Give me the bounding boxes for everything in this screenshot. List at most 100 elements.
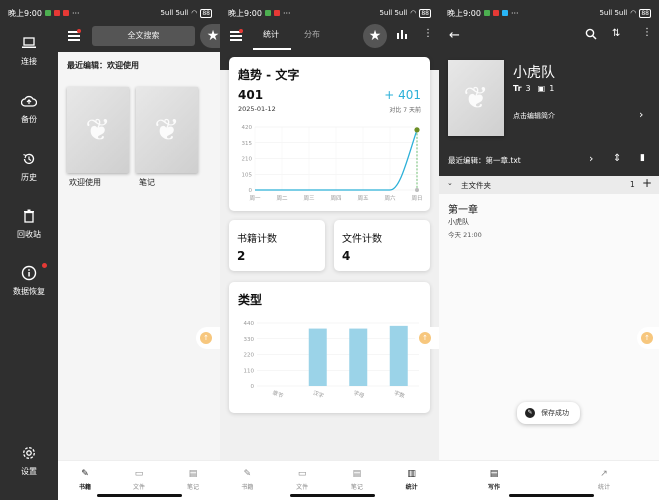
meta-count-a: 3 xyxy=(525,84,531,93)
edit-intro-link[interactable]: 点击编辑简介 xyxy=(513,111,555,121)
bar-chart-icon[interactable] xyxy=(396,29,408,43)
sidebar-item-label: 设置 xyxy=(21,467,37,476)
floating-handle[interactable]: ↑ xyxy=(637,327,659,349)
book-title[interactable]: 笔记 xyxy=(139,177,155,188)
sidebar-item-settings[interactable]: 设置 xyxy=(0,444,58,477)
toast-message: 保存成功 xyxy=(541,409,569,417)
tab-indicator xyxy=(253,48,291,50)
book-title: 小虎队 xyxy=(513,65,555,81)
sidebar-item-data-recovery[interactable]: 数据恢复 xyxy=(0,264,58,297)
file-count-label: 文件计数 xyxy=(342,234,382,245)
signal-icon: 5ull 5ull xyxy=(599,9,628,17)
floating-handle[interactable]: ↑ xyxy=(196,327,220,349)
sidebar-item-label: 连接 xyxy=(21,57,37,66)
x-tick-label: 周三 xyxy=(303,195,315,202)
info-icon xyxy=(20,264,38,282)
more-vertical-icon[interactable]: ⋮ xyxy=(423,28,433,39)
x-tick-label: 周二 xyxy=(276,195,288,202)
file-count-value: 4 xyxy=(342,249,351,263)
sidebar xyxy=(0,0,58,500)
trend-delta: + 401 xyxy=(384,88,421,102)
arrow-up-icon: ↑ xyxy=(200,332,212,344)
write-icon: ✎ xyxy=(81,469,89,479)
data-point xyxy=(415,188,419,192)
x-tick-label: 周四 xyxy=(330,195,341,202)
bar xyxy=(389,325,408,386)
x-tick-label: 章节 xyxy=(271,388,285,399)
sidebar-item-label: 数据恢复 xyxy=(13,287,45,296)
app-icon xyxy=(264,10,271,16)
sidebar-item-trash[interactable]: 回收站 xyxy=(0,207,58,240)
split-view-icon[interactable]: ▮ xyxy=(640,153,645,163)
folder-icon: ▭ xyxy=(134,469,144,479)
home-indicator xyxy=(290,494,375,497)
x-tick-label: 字母 xyxy=(352,388,366,399)
sidebar-item-connect[interactable]: 连接 xyxy=(0,34,58,67)
chevron-right-icon[interactable]: › xyxy=(639,108,643,121)
gear-icon xyxy=(20,444,38,462)
chevron-right-icon[interactable]: › xyxy=(589,152,593,165)
x-tick-label: 字数 xyxy=(393,388,407,399)
cloud-upload-icon xyxy=(20,92,38,110)
book-cover[interactable]: ❦ xyxy=(136,87,198,173)
book-title[interactable]: 欢迎使用 xyxy=(69,177,101,188)
note-icon: ▤ xyxy=(188,469,198,479)
chapter-title: 第一章 xyxy=(448,205,478,216)
x-tick-label: 周五 xyxy=(357,195,369,202)
book-cover[interactable]: ❦ xyxy=(448,60,504,136)
wifi-icon: ◠ xyxy=(410,9,417,17)
y-tick-label: 105 xyxy=(242,172,253,178)
bar-chart-icon: ▥ xyxy=(407,469,416,479)
more-dots-icon: ··· xyxy=(71,8,80,18)
nav-label: 文件 xyxy=(296,484,309,491)
tab-statistics[interactable]: 统计 xyxy=(263,29,279,40)
book-cover[interactable]: ❦ xyxy=(67,87,129,173)
y-tick-label: 315 xyxy=(242,141,253,147)
add-icon[interactable]: + xyxy=(642,176,652,190)
expand-icon[interactable]: ⇕ xyxy=(613,153,621,164)
status-time: 晚上9:00 xyxy=(8,8,42,18)
trend-total: 401 xyxy=(238,88,264,102)
nav-label: 书籍 xyxy=(78,484,91,491)
sidebar-item-history[interactable]: 历史 xyxy=(0,150,58,183)
x-tick-label: 周六 xyxy=(384,194,396,202)
book-count-card: 书籍计数 2 xyxy=(229,220,325,271)
x-tick-label: 汉字 xyxy=(312,388,326,399)
recent-edit[interactable]: 最近编辑：欢迎使用 xyxy=(67,60,139,71)
data-point xyxy=(414,127,420,133)
search-icon[interactable] xyxy=(585,28,597,42)
y-tick-label: 0 xyxy=(251,384,255,390)
wifi-icon: ◠ xyxy=(630,9,637,17)
nav-label: 笔记 xyxy=(186,484,199,491)
sidebar-item-backup[interactable]: 备份 xyxy=(0,92,58,125)
document-icon: ▤ xyxy=(489,469,499,479)
nav-statistics[interactable]: ▥ 统计 xyxy=(384,461,439,500)
notification-dot xyxy=(77,29,81,33)
floating-handle[interactable]: ↑ xyxy=(415,327,439,349)
signal-icon: 5ull 5ull xyxy=(379,9,408,17)
chapter-item[interactable]: 第一章 小虎队 今天 21:00 xyxy=(439,196,659,242)
full-text-search-button[interactable]: 全文搜索 xyxy=(92,26,195,46)
star-icon[interactable]: ★ xyxy=(363,24,387,48)
nav-label: 书籍 xyxy=(241,484,254,491)
bar xyxy=(349,328,368,386)
category-title: 类型 xyxy=(238,293,263,307)
app-icon xyxy=(44,10,51,16)
feather-icon: ❦ xyxy=(463,80,489,116)
nav-books[interactable]: ✎ 书籍 xyxy=(220,461,275,500)
recent-edit[interactable]: 最近编辑：第一章.txt xyxy=(448,155,521,166)
more-vertical-icon[interactable]: ⋮ xyxy=(642,27,652,38)
more-dots-icon: ··· xyxy=(282,8,291,18)
feather-icon: ❦ xyxy=(154,112,180,148)
back-arrow-icon[interactable]: ← xyxy=(449,28,460,43)
arrow-up-icon: ↑ xyxy=(641,332,653,344)
toast: ✎ 保存成功 xyxy=(517,402,580,424)
sort-icon[interactable]: ⇅ xyxy=(612,28,620,39)
category-bar-chart: 0 110 220 330 440 章节 汉字 字母 字数 xyxy=(244,321,419,400)
library-screen: 晚上9:00 ··· 5ull 5ull ◠ 88 连接 备份 历史 回收站 数… xyxy=(0,0,226,500)
tab-distribution[interactable]: 分布 xyxy=(304,29,320,40)
feather-icon: ✎ xyxy=(525,408,535,418)
chevron-down-icon[interactable]: ⌄ xyxy=(447,179,453,187)
app-icon xyxy=(483,10,490,16)
status-time: 晚上9:00 xyxy=(228,8,262,18)
